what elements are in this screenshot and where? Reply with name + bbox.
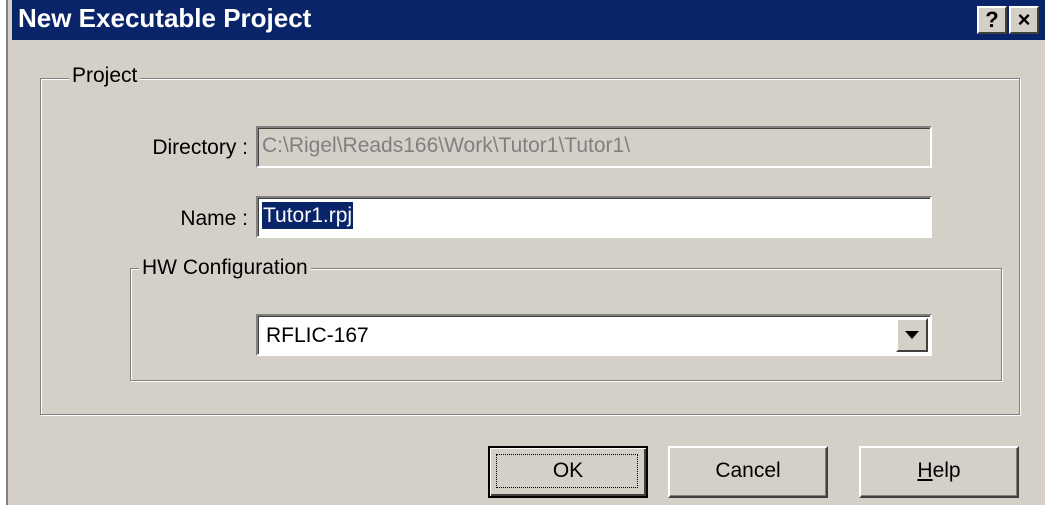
dropdown-button[interactable] — [896, 318, 928, 352]
directory-label: Directory : — [152, 136, 248, 159]
hw-configuration-legend: HW Configuration — [139, 256, 311, 280]
close-icon[interactable]: × — [1009, 6, 1039, 34]
help-button[interactable]: Help — [859, 446, 1019, 498]
name-field[interactable]: Tutor1.rpj — [256, 196, 932, 238]
help-button-mnemonic: H — [917, 459, 933, 482]
title-bar[interactable]: New Executable Project ? × — [12, 0, 1045, 40]
cancel-button[interactable]: Cancel — [668, 446, 828, 498]
ok-button-label: OK — [552, 459, 584, 482]
directory-value: C:\Rigel\Reads166\Work\Tutor1\Tutor1\ — [262, 134, 631, 157]
hw-configuration-value: RFLIC-167 — [266, 324, 369, 347]
cancel-button-label: Cancel — [715, 459, 781, 482]
name-value: Tutor1.rpj — [262, 202, 354, 229]
help-button-label: Help — [917, 459, 960, 482]
name-label: Name : — [180, 207, 248, 230]
help-button-label-rest: elp — [932, 459, 961, 482]
dialog-title: New Executable Project — [18, 3, 312, 33]
hw-configuration-select[interactable]: RFLIC-167 — [256, 314, 932, 356]
help-icon[interactable]: ? — [977, 6, 1007, 34]
chevron-down-icon — [905, 331, 919, 339]
directory-field: C:\Rigel\Reads166\Work\Tutor1\Tutor1\ — [256, 126, 932, 168]
new-executable-project-dialog: New Executable Project ? × Project Direc… — [12, 0, 1045, 505]
ok-button[interactable]: OK — [488, 446, 648, 498]
project-group-legend: Project — [69, 64, 141, 88]
